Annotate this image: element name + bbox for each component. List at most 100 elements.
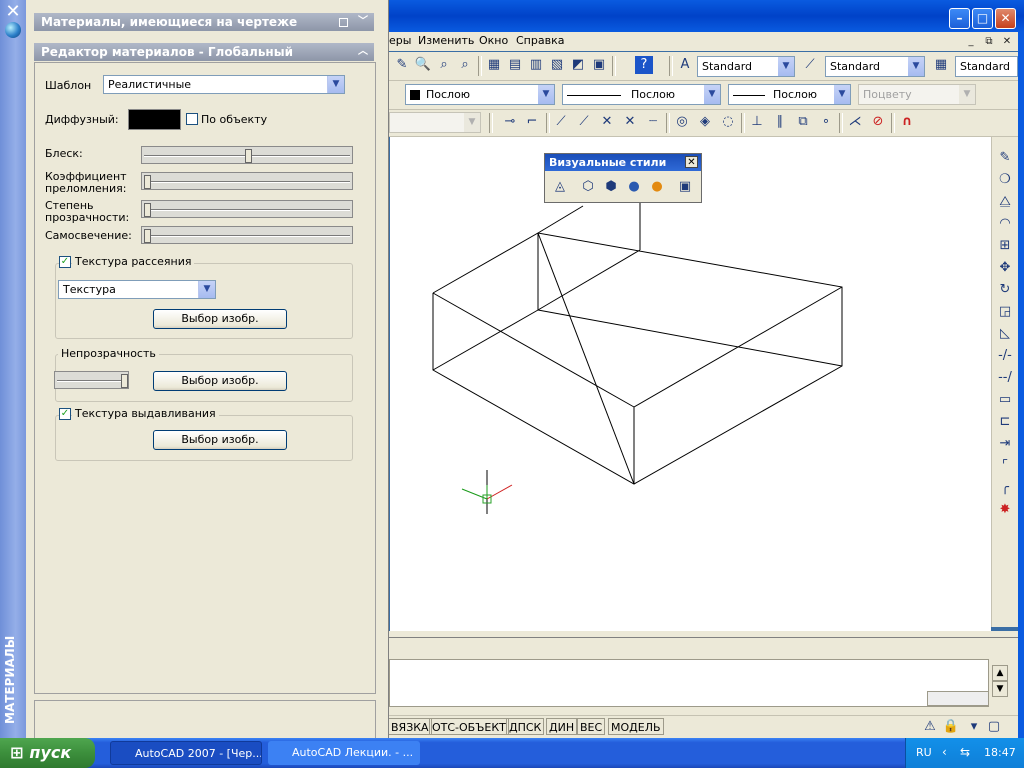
tool-palettes-icon[interactable]: ▥ <box>527 56 545 74</box>
minimize-button[interactable]: – <box>949 8 970 29</box>
snap-center-icon[interactable]: ◎ <box>673 113 691 131</box>
self-illumination-slider[interactable] <box>141 226 353 244</box>
start-button[interactable]: ⊞ пуск <box>0 738 95 768</box>
status-ducs-button[interactable]: ДПСК <box>506 718 545 735</box>
move-icon[interactable]: ✥ <box>996 259 1014 277</box>
temp-track-icon[interactable]: ⊸ <box>501 113 519 131</box>
chevron-down-icon[interactable]: ﹀ <box>358 13 368 31</box>
explode-icon[interactable]: ✸ <box>996 501 1014 519</box>
conceptual-icon[interactable]: ● <box>648 178 666 196</box>
visual-styles-title-bar[interactable]: Визуальные стили ✕ <box>545 154 701 171</box>
pin-icon[interactable] <box>339 18 348 27</box>
chamfer-icon[interactable]: ⌜ <box>996 457 1014 475</box>
refraction-slider[interactable] <box>141 172 353 190</box>
slider-thumb[interactable] <box>144 203 151 217</box>
by-object-checkbox[interactable] <box>186 113 198 125</box>
break-at-point-icon[interactable]: ▭ <box>996 391 1014 409</box>
section-material-editor[interactable]: Редактор материалов - Глобальный ︿ <box>34 43 374 61</box>
snap-nearest-icon[interactable]: ⋌ <box>846 113 864 131</box>
chevron-up-icon[interactable]: ︿ <box>358 43 368 61</box>
mdi-close-icon[interactable]: ✕ <box>1000 35 1014 48</box>
stretch-icon[interactable]: ◺ <box>996 325 1014 343</box>
snap-from-icon[interactable]: ⌐ <box>523 113 541 131</box>
lock-icon[interactable]: 🔒 <box>942 718 960 736</box>
select-image-button-opacity[interactable]: Выбор изобр. <box>153 371 287 391</box>
snap-none-icon[interactable]: ⊘ <box>869 113 887 131</box>
language-indicator[interactable]: RU <box>916 746 932 759</box>
maximize-button[interactable]: □ <box>972 8 993 29</box>
comm-center-icon[interactable]: ⚠ <box>921 718 939 736</box>
template-select[interactable]: Реалистичные ▼ <box>103 75 345 94</box>
osnap-settings-icon[interactable]: ∩ <box>898 113 916 131</box>
properties-icon[interactable]: ▦ <box>485 56 503 74</box>
text-style-icon[interactable]: A <box>676 56 694 74</box>
snap-insert-icon[interactable]: ⧉ <box>794 113 812 131</box>
text-style-select[interactable]: Standard ▼ <box>697 56 795 77</box>
slider-thumb[interactable] <box>121 374 128 388</box>
table-style-icon[interactable]: ▦ <box>932 56 950 74</box>
markup-icon[interactable]: ◩ <box>569 56 587 74</box>
command-line[interactable] <box>389 659 989 707</box>
network-icon[interactable]: ⇆ <box>960 745 970 759</box>
select-image-button-diffuse[interactable]: Выбор изобр. <box>153 309 287 329</box>
break-icon[interactable]: ⊏ <box>996 413 1014 431</box>
menu-item-window[interactable]: Окно <box>479 34 508 47</box>
scroll-down-icon[interactable]: ▼ <box>992 681 1008 697</box>
diffuse-map-type-select[interactable]: Текстура ▼ <box>58 280 216 299</box>
slider-thumb[interactable] <box>144 229 151 243</box>
dropdown-arrow-icon[interactable]: ▼ <box>327 76 344 93</box>
array-icon[interactable]: ⊞ <box>996 237 1014 255</box>
dropdown-arrow-icon[interactable]: ▼ <box>704 85 720 104</box>
trim-icon[interactable]: -/- <box>996 347 1014 365</box>
zoom-previous-icon[interactable]: ⌕ <box>456 56 474 74</box>
status-otrack-button[interactable]: ОТС-ОБЪЕКТ <box>429 718 509 735</box>
slider-thumb[interactable] <box>244 149 252 163</box>
drawing-canvas[interactable] <box>390 137 991 631</box>
snap-tangent-icon[interactable]: ◌ <box>719 113 737 131</box>
2d-wireframe-icon[interactable]: ◬ <box>551 178 569 196</box>
zoom-realtime-icon[interactable]: 🔍 <box>414 56 432 74</box>
lineweight-select[interactable]: Послою ▼ <box>728 84 851 105</box>
diffuse-map-checkbox[interactable]: ✓ <box>59 256 71 268</box>
rotate-icon[interactable]: ↻ <box>996 281 1014 299</box>
mdi-minimize-icon[interactable]: _ <box>964 35 978 48</box>
snap-parallel-icon[interactable]: ∥ <box>771 113 789 131</box>
sheet-set-icon[interactable]: ▧ <box>548 56 566 74</box>
snap-intersection-icon[interactable]: ✕ <box>598 113 616 131</box>
task-word-document[interactable]: AutoCAD Лекции. - ... <box>268 741 420 765</box>
copy-icon[interactable]: ❍ <box>996 171 1014 189</box>
scale-icon[interactable]: ◲ <box>996 303 1014 321</box>
dropdown-arrow-icon[interactable]: ▼ <box>778 57 794 76</box>
snap-node-icon[interactable]: ∘ <box>817 113 835 131</box>
status-dyn-button[interactable]: ДИН <box>546 718 578 735</box>
dim-style-select[interactable]: Standard ▼ <box>825 56 925 77</box>
select-image-button-bump[interactable]: Выбор изобр. <box>153 430 287 450</box>
color-select[interactable]: Послою ▼ <box>405 84 555 105</box>
close-icon[interactable]: ✕ <box>685 156 698 168</box>
palette-close-icon[interactable]: ✕ <box>4 3 22 22</box>
snap-extension-icon[interactable]: ┈ <box>644 113 662 131</box>
help-icon[interactable]: ? <box>635 56 653 74</box>
mirror-icon[interactable]: ⧋ <box>996 193 1014 211</box>
snap-quadrant-icon[interactable]: ◈ <box>696 113 714 131</box>
menu-item-modify[interactable]: Изменить <box>418 34 474 47</box>
diffuse-color-swatch[interactable] <box>128 109 181 130</box>
fillet-icon[interactable]: ╭ <box>996 479 1014 497</box>
join-icon[interactable]: ⇥ <box>996 435 1014 453</box>
autocad-title-bar[interactable]: – □ ✕ <box>389 0 1024 32</box>
menu-item-help[interactable]: Справка <box>516 34 564 47</box>
horizontal-scrollbar[interactable] <box>927 691 989 706</box>
palette-title-strip[interactable] <box>0 0 26 738</box>
3d-wireframe-icon[interactable]: ⬡ <box>579 178 597 196</box>
mdi-restore-icon[interactable]: ⧉ <box>982 35 996 48</box>
realistic-icon[interactable]: ● <box>625 178 643 196</box>
extend-icon[interactable]: --/ <box>996 369 1014 387</box>
dim-style-icon[interactable]: ⟋ <box>801 56 819 74</box>
menu-item[interactable]: еры <box>389 34 411 47</box>
zoom-window-icon[interactable]: ⌕ <box>435 56 453 74</box>
section-materials-in-drawing[interactable]: Материалы, имеющиеся на чертеже ﹀ <box>34 13 374 31</box>
snap-apparent-icon[interactable]: ✕ <box>621 113 639 131</box>
offset-icon[interactable]: ◠ <box>996 215 1014 233</box>
translucency-slider[interactable] <box>141 200 353 218</box>
scroll-up-icon[interactable]: ▲ <box>992 665 1008 681</box>
